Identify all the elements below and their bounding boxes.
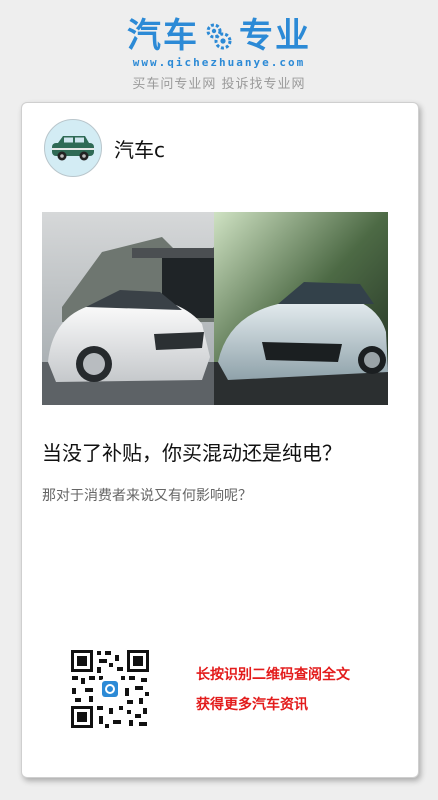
post-headline[interactable]: 当没了补贴，你买混动还是纯电？ [42, 437, 402, 466]
qr-code-icon[interactable] [69, 648, 151, 730]
author-name[interactable]: 汽车c [114, 134, 165, 163]
cta-more-news: 获得更多汽车资讯 [196, 697, 308, 713]
gear-icon [206, 23, 232, 50]
brand-slogan: 买车问专业网 投诉找专业网 [132, 77, 306, 92]
post-subline: 那对于消费者来说又有何影响呢？ [42, 488, 252, 504]
hero-image[interactable] [42, 212, 388, 405]
brand-url: www.qichezhuanye.com [132, 56, 306, 69]
car-icon [52, 136, 94, 161]
avatar[interactable] [44, 119, 102, 177]
brand-logo: 汽车 专业 [0, 14, 438, 58]
brand-header: 汽车 专业 www.qichezhuanye.com 买车问专业网 投诉找专业网 [0, 14, 438, 92]
author-block[interactable]: 汽车c [44, 119, 165, 177]
brand-logo-left: 汽车 [127, 16, 199, 56]
cta-scan-qr: 长按识别二维码查阅全文 [196, 667, 350, 683]
post-card[interactable]: 汽车c 当没了补贴，你买混动还是纯电？ 那对于消费者来说又有何影响呢？ 长按识别… [21, 102, 419, 778]
brand-logo-right: 专业 [239, 16, 311, 56]
